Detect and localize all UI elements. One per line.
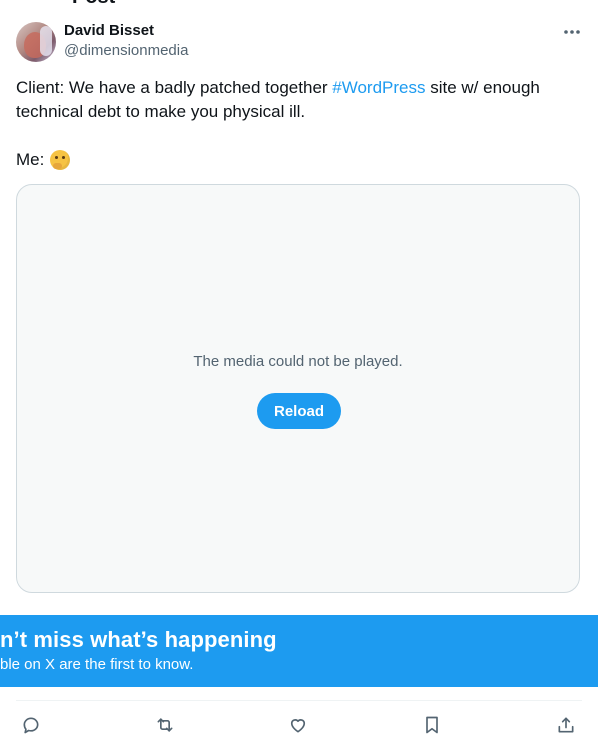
- banner-title: n’t miss what’s happening: [0, 627, 277, 652]
- banner-subtitle: ble on X are the first to know.: [0, 656, 194, 673]
- reply-icon: [23, 717, 39, 734]
- tweet-text-part1: Client: We have a badly patched together: [16, 78, 333, 97]
- avatar[interactable]: [16, 22, 56, 62]
- more-options-button[interactable]: [558, 20, 586, 44]
- signup-banner[interactable]: n’t miss what’s happening ble on X are t…: [0, 615, 598, 687]
- author-name[interactable]: David Bisset: [64, 21, 154, 41]
- tweet-second-line: Me:: [16, 148, 576, 172]
- repost-button[interactable]: [151, 712, 179, 738]
- reply-button[interactable]: [17, 712, 45, 738]
- share-button[interactable]: [552, 712, 580, 738]
- bookmark-button[interactable]: [418, 712, 446, 738]
- thinking-face-emoji-icon: [50, 150, 71, 170]
- bookmark-icon: [426, 716, 438, 734]
- more-dots-icon: [564, 30, 580, 34]
- reload-button[interactable]: Reload: [257, 393, 341, 429]
- avatar-photo-highlight: [40, 26, 52, 56]
- author-handle[interactable]: @dimensionmedia: [64, 41, 188, 61]
- tweet-line2-text: Me:: [16, 150, 45, 169]
- media-player[interactable]: The media could not be played. Reload: [16, 184, 580, 593]
- share-icon: [558, 717, 574, 733]
- action-divider: [16, 700, 582, 701]
- like-button[interactable]: [284, 712, 312, 738]
- tweet-paragraph: Client: We have a badly patched together…: [16, 76, 576, 124]
- like-icon: [290, 719, 306, 733]
- page-title-partial: Post: [72, 0, 115, 9]
- repost-icon: [157, 718, 173, 732]
- hashtag-link[interactable]: #WordPress: [332, 78, 425, 97]
- tweet-text: Client: We have a badly patched together…: [16, 76, 576, 172]
- media-error-message: The media could not be played.: [193, 353, 403, 370]
